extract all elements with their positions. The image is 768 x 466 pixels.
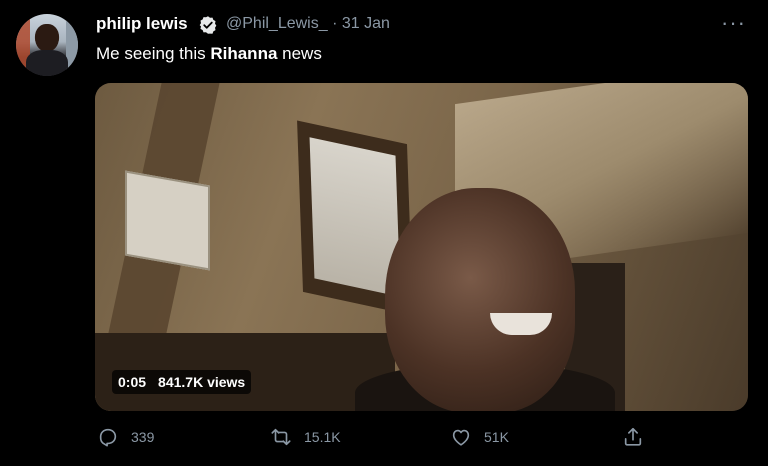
retweet-button[interactable]: 15.1K: [270, 426, 341, 448]
tweet-text-bold: Rihanna: [210, 44, 278, 63]
retweet-count: 15.1K: [304, 429, 341, 445]
author-handle[interactable]: @Phil_Lewis_: [226, 15, 328, 32]
reply-icon: [99, 428, 117, 447]
tweet-text: Me seeing this Rihanna news: [96, 44, 322, 64]
heart-icon: [452, 429, 470, 446]
video-player[interactable]: [95, 83, 748, 411]
more-icon[interactable]: ···: [721, 10, 746, 36]
tweet-text-start: Me seeing this: [96, 44, 211, 63]
avatar-body: [26, 50, 68, 76]
author-display-name[interactable]: philip lewis: [96, 14, 188, 34]
avatar-head: [35, 24, 59, 52]
tweet-date[interactable]: 31 Jan: [342, 15, 390, 32]
separator-dot: ·: [332, 15, 338, 32]
tweet-actions: 339 15.1K 51K: [0, 426, 768, 456]
retweet-icon: [271, 428, 291, 446]
verified-badge-icon: [199, 16, 217, 34]
like-button[interactable]: 51K: [450, 426, 509, 448]
share-icon: [624, 427, 642, 446]
video-views: 841.7K views: [158, 374, 246, 390]
video-frame-ac-unit: [125, 170, 210, 271]
like-count: 51K: [484, 429, 509, 445]
author-handle-date: @Phil_Lewis_ · 31 Jan: [226, 15, 390, 33]
reply-count: 339: [131, 429, 155, 445]
reply-button[interactable]: 339: [97, 426, 154, 448]
avatar[interactable]: [16, 14, 78, 76]
video-duration: 0:05: [118, 374, 147, 390]
share-button[interactable]: [622, 426, 644, 448]
video-frame-face: [385, 188, 575, 411]
video-stats-badge: 0:05 841.7K views: [112, 370, 252, 394]
tweet-text-end: news: [277, 44, 322, 63]
